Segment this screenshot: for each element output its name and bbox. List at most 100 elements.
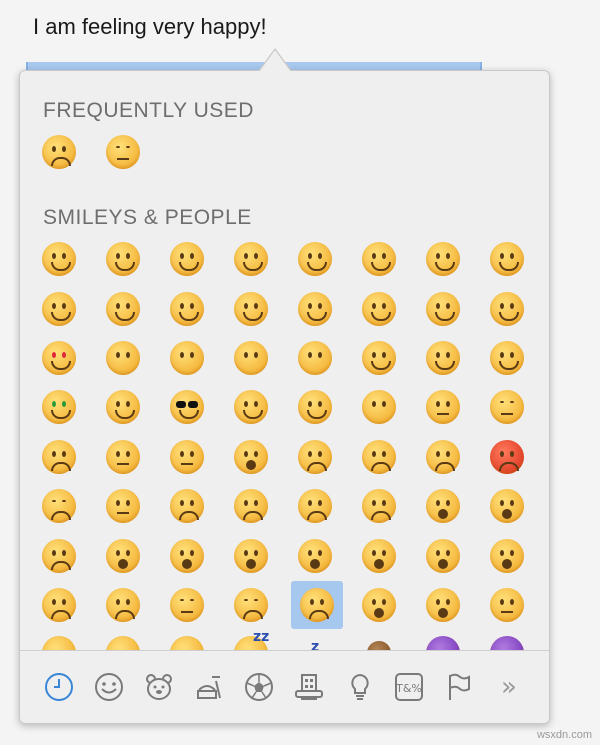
emoji-relaxed[interactable] [359,289,399,329]
emoji-astonished[interactable] [423,585,463,625]
watermark: wsxdn.com [536,729,592,741]
more-categories-button[interactable]: » [491,669,527,705]
emoji-expressionless[interactable] [487,387,527,427]
emoji-loudly-crying-face[interactable] [39,132,79,172]
emoji-money-mouth[interactable] [39,387,79,427]
emoji-picker-popover: FREQUENTLY USED SMILEYS & PEOPLE zz z T&… [19,70,550,724]
emoji-sweat[interactable] [231,585,271,625]
emoji-innocent[interactable] [39,289,79,329]
emoji-zzz[interactable]: z [295,633,335,650]
emoji-hushed[interactable] [359,536,399,576]
emoji-partial-3[interactable] [167,633,207,650]
emoji-sleeping[interactable]: zz [231,629,271,650]
emoji-no-mouth[interactable] [359,387,399,427]
emoji-disappointed[interactable] [295,437,335,477]
emoji-unamused[interactable] [39,437,79,477]
emoji-pensive[interactable] [39,486,79,526]
emoji-kissing-smiling-eyes[interactable] [231,338,271,378]
emoji-heart-eyes[interactable] [39,338,79,378]
emoji-worried[interactable] [359,437,399,477]
emoji-triumph[interactable] [39,536,79,576]
emoji-anguished[interactable] [487,536,527,576]
emoji-frowning[interactable] [231,486,271,526]
emoji-angry[interactable] [423,437,463,477]
symbols-icon-text: T&% [395,682,422,695]
emoji-sunglasses[interactable] [167,387,207,427]
text-field-value[interactable]: I am feeling very happy! [33,14,267,40]
smiley-icon [95,673,123,701]
emoji-partial-2[interactable] [103,633,143,650]
emoji-grid: FREQUENTLY USED SMILEYS & PEOPLE zz z [20,71,549,650]
emoji-frowning-open-mouth[interactable] [423,536,463,576]
emoji-tired[interactable] [423,486,463,526]
bear-icon [146,674,172,700]
food-icon [197,676,221,699]
emoji-fearful[interactable] [231,536,271,576]
tab-frequently-used[interactable] [41,669,77,705]
emoji-laughing[interactable] [487,239,527,279]
tab-travel-places[interactable] [291,669,327,705]
emoji-kissing[interactable] [167,338,207,378]
category-toolbar: T&% » [20,650,549,723]
emoji-grimacing-face[interactable] [103,239,143,279]
emoji-slight-smile[interactable] [231,289,271,329]
clock-icon [45,673,73,701]
emoji-weary[interactable] [487,486,527,526]
emoji-rolling-eyes[interactable] [103,437,143,477]
emoji-yum[interactable] [423,289,463,329]
emoji-grinning-face-smiling-eyes[interactable] [167,239,207,279]
emoji-smiling-imp[interactable] [423,633,463,650]
soccer-ball-icon [245,673,273,701]
chevron-double-right-icon: » [501,672,517,702]
tab-flags[interactable] [440,669,476,705]
emoji-relieved[interactable] [487,289,527,329]
emoji-sleepy[interactable] [167,585,207,625]
emoji-disappointed-relieved[interactable] [103,585,143,625]
emoji-open-mouth[interactable] [103,536,143,576]
emoji-tongue-closed-eyes[interactable] [423,338,463,378]
building-icon [295,674,323,700]
emoji-scream[interactable] [167,536,207,576]
emoji-tongue-wink[interactable] [359,338,399,378]
emoji-sleepy-face[interactable] [103,132,143,172]
emoji-cold-sweat[interactable] [295,536,335,576]
section-title-smileys-people: SMILEYS & PEOPLE [43,206,252,229]
emoji-smile[interactable] [359,239,399,279]
emoji-neutral[interactable] [423,387,463,427]
emoji-grinning-face[interactable] [39,239,79,279]
tab-objects[interactable] [342,669,378,705]
emoji-flushed[interactable] [231,437,271,477]
emoji-pouting[interactable] [487,437,527,477]
emoji-tongue[interactable] [487,338,527,378]
tab-symbols[interactable]: T&% [391,669,427,705]
emoji-confused[interactable] [103,486,143,526]
emoji-dizzy-face[interactable] [359,585,399,625]
tab-food-drink[interactable] [192,669,228,705]
emoji-kissing-heart[interactable] [103,338,143,378]
emoji-nerd[interactable] [103,387,143,427]
emoji-sweat-smile[interactable] [423,239,463,279]
emoji-slight-frown[interactable] [167,486,207,526]
emoji-persevere[interactable] [295,486,335,526]
emoji-upside-down[interactable] [295,289,335,329]
symbols-icon: T&% [395,673,423,701]
emoji-poop[interactable] [359,633,399,650]
emoji-zipper-mouth[interactable] [487,585,527,625]
tab-animals-nature[interactable] [141,669,177,705]
emoji-kissing-closed-eyes[interactable] [295,338,335,378]
emoji-blush[interactable] [167,289,207,329]
tab-smileys-people[interactable] [91,669,127,705]
emoji-imp[interactable] [487,633,527,650]
emoji-hugging[interactable] [231,387,271,427]
emoji-thinking[interactable] [167,437,207,477]
emoji-smiley[interactable] [295,239,335,279]
tab-activity[interactable] [241,669,277,705]
emoji-smirk[interactable] [295,387,335,427]
emoji-cry[interactable] [39,585,79,625]
emoji-partial-1[interactable] [39,633,79,650]
emoji-wink[interactable] [103,289,143,329]
emoji-tears-of-joy[interactable] [231,239,271,279]
emoji-confounded[interactable] [359,486,399,526]
emoji-loudly-crying-face-selected[interactable] [291,581,343,629]
flag-icon [449,673,470,700]
